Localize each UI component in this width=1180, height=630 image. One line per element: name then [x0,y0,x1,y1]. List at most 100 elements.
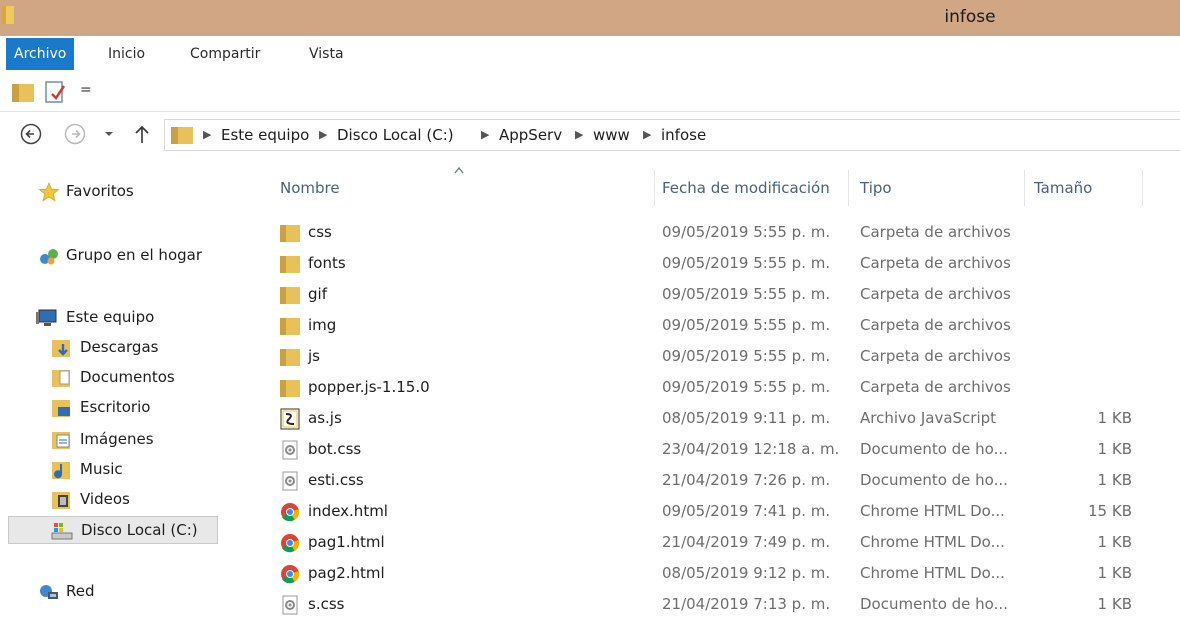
file-row[interactable]: as.js 08/05/2019 9:11 p. m. Archivo JavaSc… [268,404,1168,435]
back-icon[interactable] [20,123,42,145]
tab-compartir[interactable]: Compartir [190,38,260,70]
breadcrumb-www[interactable]: www [593,126,630,144]
breadcrumb-separator-icon[interactable]: ▶ [319,128,327,141]
documents-icon [52,370,70,387]
star-icon [38,182,60,202]
quick-access-toolbar: = [0,72,1180,112]
breadcrumb-separator-icon[interactable]: ▶ [203,128,211,141]
file-size: 1 KB [1097,471,1132,489]
breadcrumb-infose[interactable]: infose [661,126,706,144]
file-date: 09/05/2019 5:55 p. m. [662,347,831,365]
nav-item-red[interactable]: Red [0,578,258,606]
file-name: fonts [308,254,346,272]
file-row[interactable]: js 09/05/2019 5:55 p. m. Carpeta de archiv… [268,342,1168,373]
column-header-fecha[interactable]: Fecha de modificación [662,168,830,208]
breadcrumb-disco-local[interactable]: Disco Local (C:) [337,126,454,144]
nav-item-escritorio[interactable]: Escritorio [0,394,258,422]
nav-label: Disco Local (C:) [81,521,198,539]
file-date: 08/05/2019 9:12 p. m. [662,564,831,582]
nav-label: Grupo en el hogar [66,246,202,264]
breadcrumb-este-equipo[interactable]: Este equipo [221,126,309,144]
nav-label: Videos [80,490,130,508]
file-date: 21/04/2019 7:13 p. m. [662,595,831,613]
column-header-nombre[interactable]: Nombre [280,168,340,208]
file-row[interactable]: popper.js-1.15.0 09/05/2019 5:55 p. m. Car… [268,373,1168,404]
file-date: 09/05/2019 5:55 p. m. [662,378,831,396]
breadcrumb-appserv[interactable]: AppServ [499,126,562,144]
file-type: Carpeta de archivos [860,285,1011,303]
tab-inicio[interactable]: Inicio [108,38,145,70]
column-header-tipo[interactable]: Tipo [860,168,892,208]
file-row[interactable]: gif 09/05/2019 5:55 p. m. Carpeta de archi… [268,280,1168,311]
nav-label: Imágenes [80,430,154,448]
forward-icon[interactable] [64,123,86,145]
file-row[interactable]: index.html 09/05/2019 7:41 p. m. Chrome HT… [268,497,1168,528]
file-date: 23/04/2019 12:18 a. m. [662,440,840,458]
file-name: as.js [308,409,342,427]
nav-item-este-equipo[interactable]: Este equipo [0,304,258,332]
desktop-icon [52,400,70,417]
file-row[interactable]: pag1.html 21/04/2019 7:49 p. m. Chrome HTM… [268,528,1168,559]
file-size: 1 KB [1097,564,1132,582]
file-type: Carpeta de archivos [860,378,1011,396]
nav-label: Red [66,582,95,600]
folder-icon[interactable] [12,82,34,102]
file-size: 1 KB [1097,533,1132,551]
nav-item-music[interactable]: Music [0,456,258,484]
nav-item-descargas[interactable]: Descargas [0,334,258,362]
properties-icon[interactable] [44,80,66,104]
breadcrumb-separator-icon[interactable]: ▶ [481,128,489,141]
file-row[interactable]: pag2.html 08/05/2019 9:12 p. m. Chrome HTM… [268,559,1168,590]
file-date: 09/05/2019 5:55 p. m. [662,316,831,334]
address-row: ▶ Este equipo ▶ Disco Local (C:) ▶ AppSe… [0,113,1180,157]
file-date: 21/04/2019 7:49 p. m. [662,533,831,551]
downloads-icon [52,340,70,357]
column-header-tamano[interactable]: Tamaño [1034,168,1092,208]
folder-icon [280,253,300,275]
nav-label: Favoritos [66,182,134,200]
qat-dropdown-icon[interactable]: = [80,82,94,100]
file-name: css [308,223,332,241]
file-type: Carpeta de archivos [860,347,1011,365]
nav-item-grupo-hogar[interactable]: Grupo en el hogar [0,242,258,270]
file-name: index.html [308,502,388,520]
file-name: bot.css [308,440,362,458]
window-title: infose [944,7,996,27]
address-bar[interactable]: ▶ Este equipo ▶ Disco Local (C:) ▶ AppSe… [164,119,1180,151]
file-name: gif [308,285,327,303]
nav-item-disco-local[interactable]: Disco Local (C:) [8,516,218,544]
breadcrumb-separator-icon[interactable]: ▶ [643,128,651,141]
file-row[interactable]: s.css 21/04/2019 7:13 p. m. Documento de h… [268,590,1168,621]
tab-archivo[interactable]: Archivo [6,38,75,70]
column-divider[interactable] [654,170,655,206]
chrome-html-icon [280,532,300,554]
file-row[interactable]: bot.css 23/04/2019 12:18 a. m. Documento d… [268,435,1168,466]
file-date: 08/05/2019 9:11 p. m. [662,409,831,427]
recent-locations-dropdown-icon[interactable] [104,123,114,145]
breadcrumb-separator-icon[interactable]: ▶ [575,128,583,141]
nav-label: Music [80,460,123,478]
file-row[interactable]: css 09/05/2019 5:55 p. m. Carpeta de archi… [268,218,1168,249]
file-name: img [308,316,337,334]
column-divider[interactable] [1024,170,1025,206]
nav-item-favoritos[interactable]: Favoritos [0,178,258,206]
column-divider[interactable] [1142,170,1143,206]
music-icon [52,462,70,479]
drive-icon [51,523,73,540]
file-row[interactable]: img 09/05/2019 5:55 p. m. Carpeta de archi… [268,311,1168,342]
nav-item-videos[interactable]: Videos [0,486,258,514]
navigation-pane: Favoritos Grupo en el hogar Este equipo … [0,170,258,630]
file-row[interactable]: esti.css 21/04/2019 7:26 p. m. Documento d… [268,466,1168,497]
file-type: Documento de ho... [860,440,1008,458]
file-name: esti.css [308,471,364,489]
folder-icon [280,315,300,337]
file-name: popper.js-1.15.0 [308,378,430,396]
nav-item-imagenes[interactable]: Imágenes [0,426,258,454]
up-arrow-icon[interactable] [134,123,150,145]
file-date: 09/05/2019 5:55 p. m. [662,285,831,303]
column-divider[interactable] [848,170,849,206]
tab-vista[interactable]: Vista [309,38,344,70]
nav-item-documentos[interactable]: Documentos [0,364,258,392]
file-row[interactable]: fonts 09/05/2019 5:55 p. m. Carpeta de arc… [268,249,1168,280]
folder-icon [280,284,300,306]
